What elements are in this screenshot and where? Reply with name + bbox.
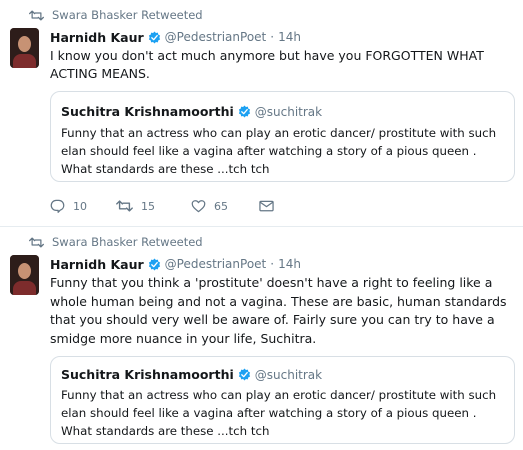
quoted-author-name: Suchitra Krishnamoorthi	[61, 104, 234, 119]
quoted-tweet-text: Funny that an actress who can play an er…	[61, 126, 497, 176]
heart-icon	[191, 200, 206, 213]
retweet-button[interactable]: 15	[116, 199, 191, 213]
verified-badge-icon	[238, 368, 250, 381]
tweet-text: Funny that you think a 'prostitute' does…	[50, 275, 507, 346]
quoted-tweet-text: Funny that an actress who can play an er…	[61, 388, 497, 438]
author-handle[interactable]: @PedestrianPoet	[165, 30, 267, 44]
retweet-label: Swara Bhasker Retweeted	[52, 235, 203, 249]
retweet-label: Swara Bhasker Retweeted	[52, 8, 203, 22]
quoted-author-handle: @suchitrak	[254, 367, 323, 382]
tweet-time[interactable]: 14h	[278, 257, 301, 271]
tweet-header: Harnidh Kaur @PedestrianPoet · 14h	[50, 256, 301, 272]
tweet-header: Harnidh Kaur @PedestrianPoet · 14h	[50, 29, 301, 45]
reply-count: 10	[73, 199, 87, 213]
like-count: 65	[214, 199, 228, 213]
tweet-text: I know you don't act much anymore but ha…	[50, 48, 484, 81]
tweet[interactable]: Swara Bhasker Retweeted Harnidh Kaur @Pe…	[0, 0, 523, 226]
verified-badge-icon	[148, 258, 160, 270]
author-name[interactable]: Harnidh Kaur	[50, 257, 144, 272]
reply-icon	[50, 199, 65, 213]
envelope-icon	[259, 200, 274, 212]
verified-badge-icon	[238, 105, 250, 118]
retweet-context: Swara Bhasker Retweeted	[29, 234, 203, 250]
retweet-icon	[29, 10, 44, 20]
reply-button[interactable]: 10	[50, 199, 116, 213]
tweet-actions: 10 15 65	[50, 198, 274, 214]
quoted-tweet-header: Suchitra Krishnamoorthi @suchitrak	[61, 104, 322, 119]
verified-badge-icon	[148, 31, 160, 43]
separator-dot: ·	[270, 257, 275, 271]
avatar[interactable]	[10, 255, 39, 295]
separator-dot: ·	[270, 30, 275, 44]
retweet-context: Swara Bhasker Retweeted	[29, 7, 203, 23]
quoted-tweet-header: Suchitra Krishnamoorthi @suchitrak	[61, 367, 322, 382]
tweet-time[interactable]: 14h	[278, 30, 301, 44]
quoted-author-handle: @suchitrak	[254, 104, 323, 119]
retweet-icon	[29, 237, 44, 247]
quoted-tweet[interactable]: Suchitra Krishnamoorthi @suchitrak Funny…	[50, 91, 515, 182]
author-handle[interactable]: @PedestrianPoet	[165, 257, 267, 271]
author-name[interactable]: Harnidh Kaur	[50, 30, 144, 45]
retweet-count: 15	[141, 199, 155, 213]
avatar[interactable]	[10, 28, 39, 68]
like-button[interactable]: 65	[191, 199, 259, 213]
quoted-tweet[interactable]: Suchitra Krishnamoorthi @suchitrak Funny…	[50, 356, 515, 444]
quoted-author-name: Suchitra Krishnamoorthi	[61, 367, 234, 382]
retweet-icon	[116, 200, 133, 212]
direct-message-button[interactable]	[259, 200, 274, 212]
tweet[interactable]: Swara Bhasker Retweeted Harnidh Kaur @Pe…	[0, 227, 523, 450]
